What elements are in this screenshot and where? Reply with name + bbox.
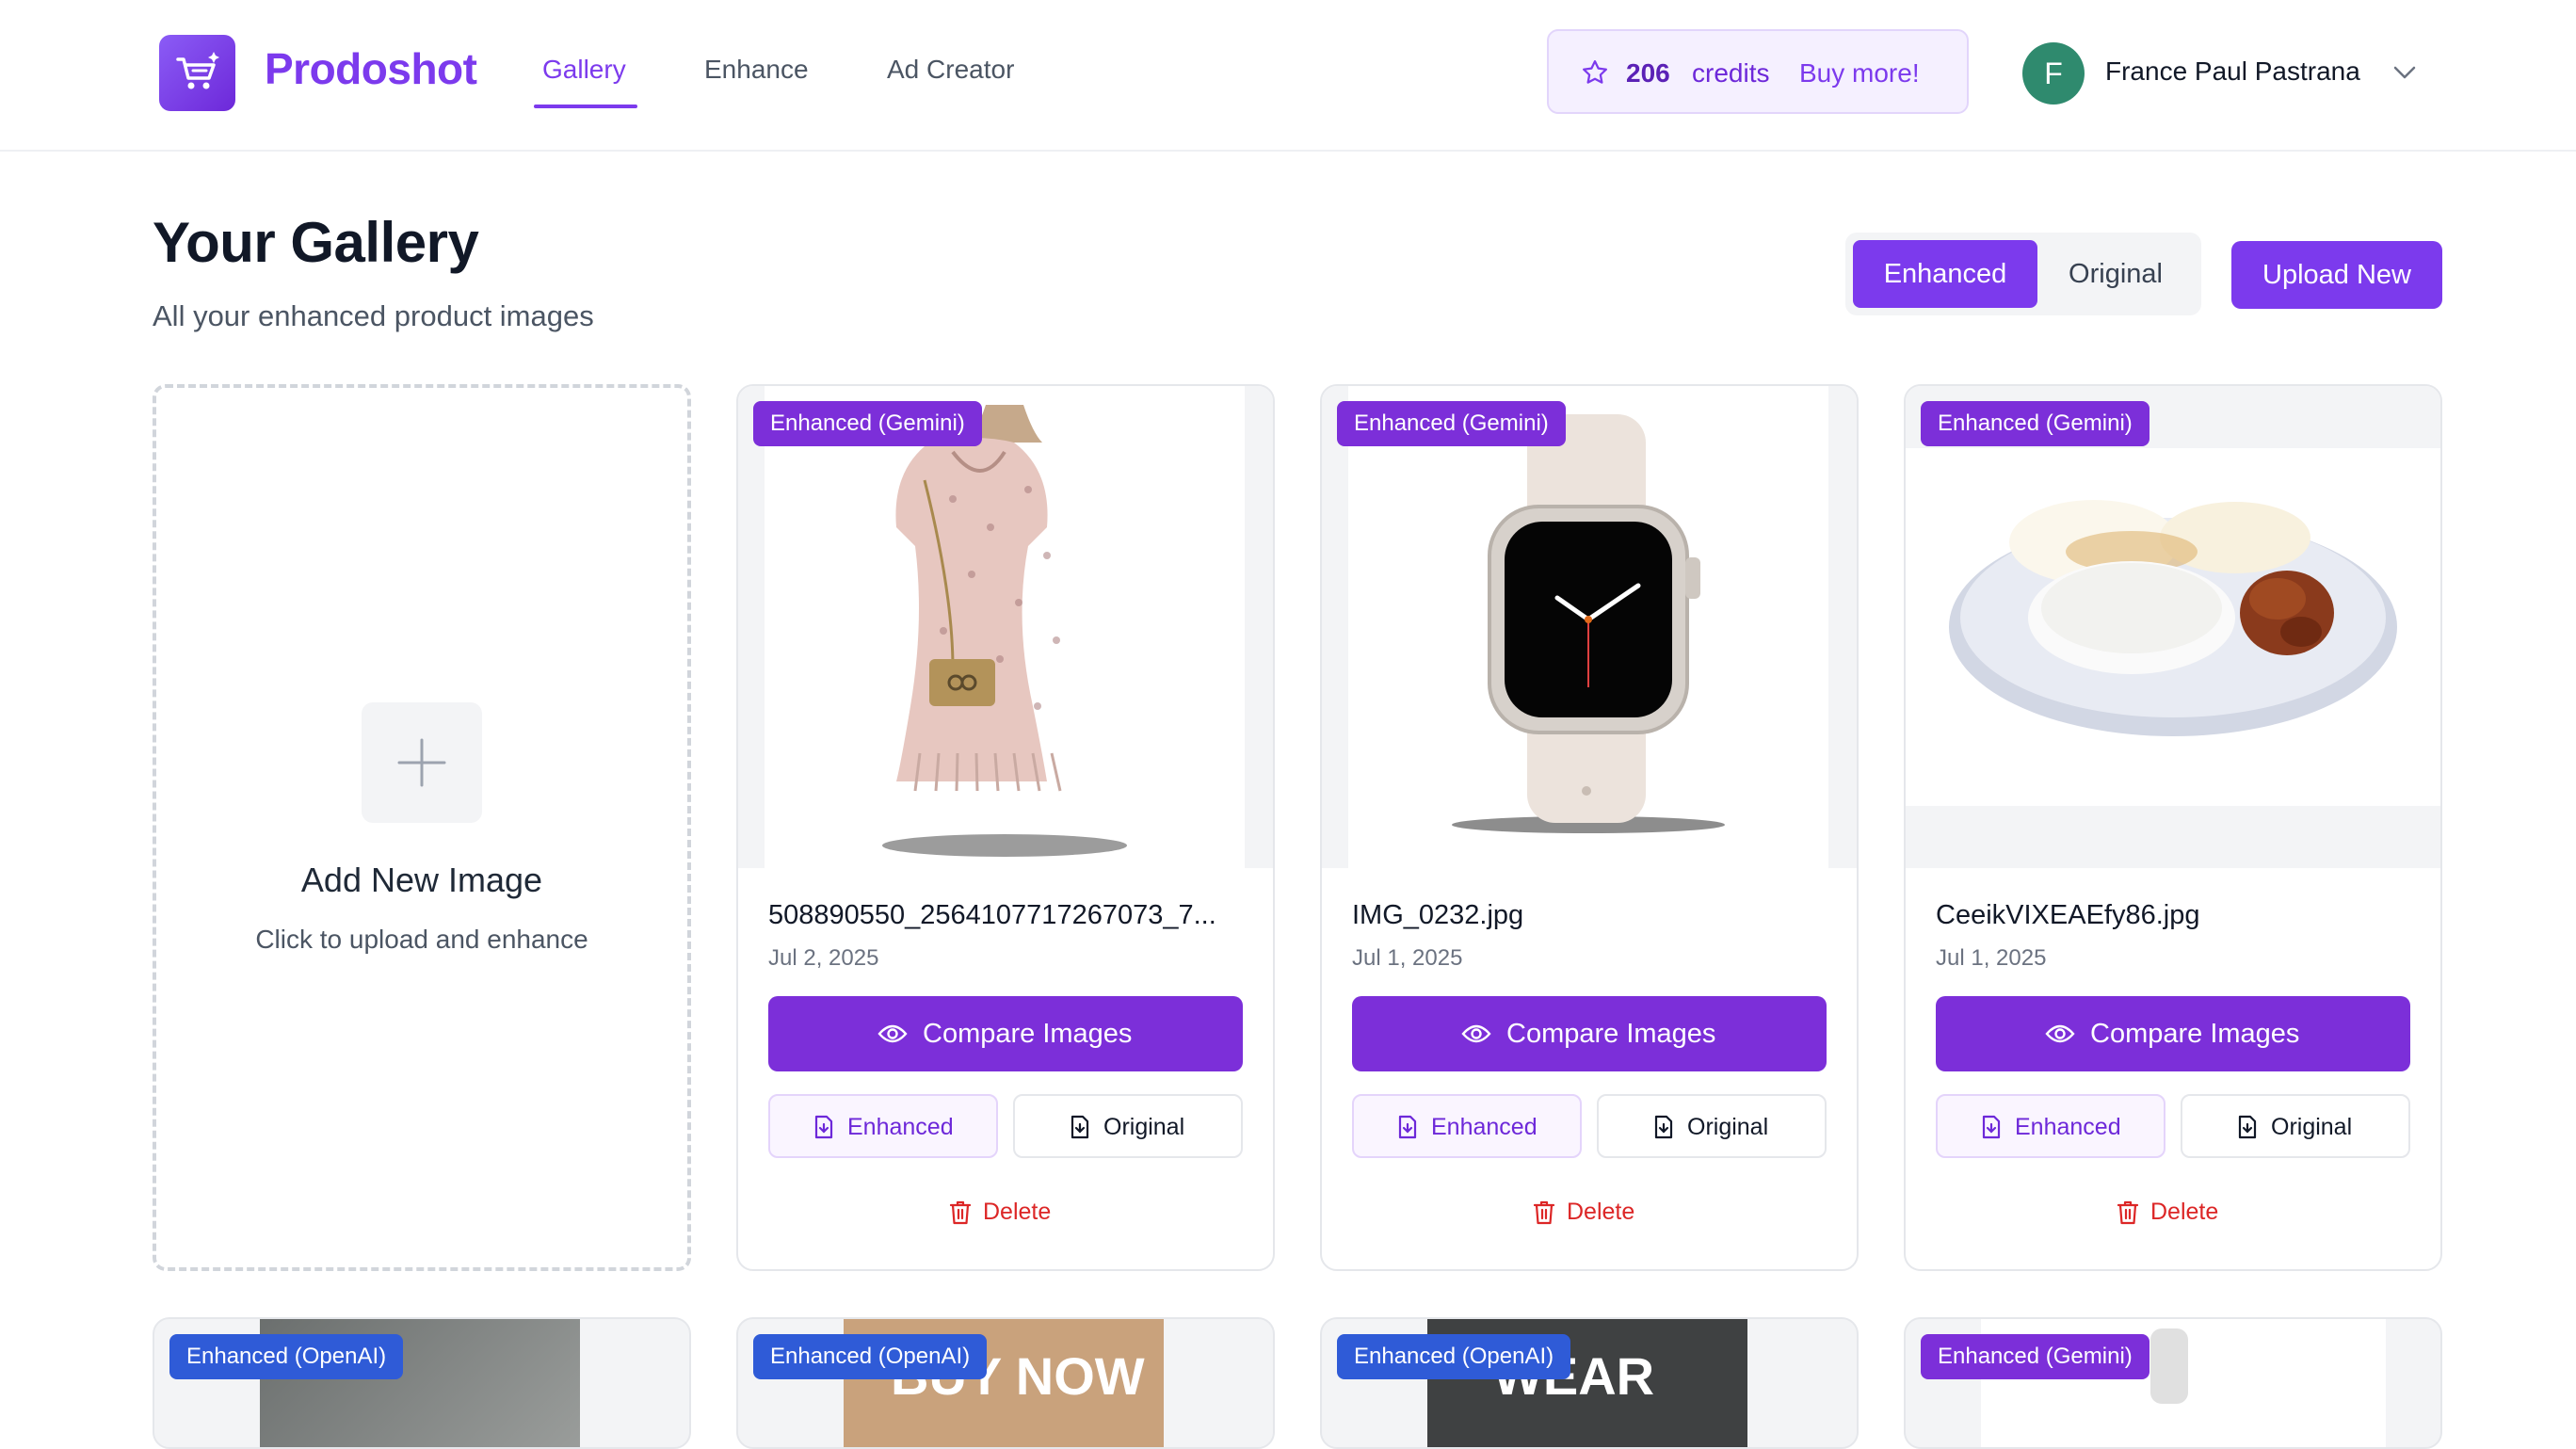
trash-icon [2117,1200,2139,1225]
nav-ad-creator[interactable]: Ad Creator [887,55,1014,85]
nav-active-indicator [534,105,637,108]
file-download-icon [814,1115,833,1139]
delete-button[interactable]: Delete [1533,1194,1650,1232]
file-download-icon [1071,1115,1089,1139]
gallery-card: Enhanced (Gemini) 508890550_256410771726… [736,384,1275,1271]
gallery-card: BUY NOW Enhanced (OpenAI) [736,1317,1275,1449]
eye-icon [1461,1024,1491,1043]
credits-panel: 206 credits Buy more! [1547,29,1969,114]
delete-label: Delete [1567,1199,1635,1225]
credits-label: credits [1692,58,1770,88]
model-badge: Enhanced (Gemini) [1337,401,1566,446]
download-original-button[interactable]: Original [1013,1094,1243,1158]
delete-button[interactable]: Delete [2117,1194,2233,1232]
brand-name[interactable]: Prodoshot [265,43,477,94]
page-subtitle: All your enhanced product images [153,299,594,332]
file-name: CeeikVIXEAEfy86.jpg [1936,900,2200,930]
product-image[interactable] [1906,386,2440,868]
download-enhanced-button[interactable]: Enhanced [1936,1094,2165,1158]
compare-images-button[interactable]: Compare Images [1936,996,2410,1071]
nav-gallery[interactable]: Gallery [542,55,626,85]
download-original-label: Original [1687,1114,1769,1140]
toggle-original[interactable]: Original [2037,240,2194,308]
upload-new-button[interactable]: Upload New [2231,241,2442,309]
gallery-card: Enhanced (Gemini) CeeikVIXEAEfy86.jpg Ju… [1904,384,2442,1271]
gallery-card: Enhanced (Gemini) IMG_0232.jpg Jul 1, 20… [1320,384,1859,1271]
download-original-label: Original [1103,1114,1185,1140]
download-enhanced-button[interactable]: Enhanced [1352,1094,1582,1158]
trash-icon [949,1200,972,1225]
add-new-subtitle: Click to upload and enhance [255,925,588,954]
compare-label: Compare Images [923,1019,1133,1049]
model-badge: Enhanced (Gemini) [1921,401,2149,446]
trash-icon [1533,1200,1555,1225]
gallery-card: WEAR Enhanced (OpenAI) [1320,1317,1859,1449]
download-enhanced-label: Enhanced [1431,1114,1538,1140]
delete-label: Delete [983,1199,1052,1225]
add-new-image-card[interactable]: Add New Image Click to upload and enhanc… [153,384,691,1271]
model-badge: Enhanced (OpenAI) [1337,1334,1571,1379]
model-badge: Enhanced (OpenAI) [169,1334,404,1379]
buy-more-link[interactable]: Buy more! [1799,58,1920,89]
view-toggle: Enhanced Original [1845,233,2201,315]
avatar[interactable]: F [2022,42,2085,105]
file-date: Jul 2, 2025 [768,945,879,971]
file-download-icon [1982,1115,2001,1139]
model-badge: Enhanced (OpenAI) [753,1334,988,1379]
delete-button[interactable]: Delete [949,1194,1066,1232]
nav-enhance[interactable]: Enhance [704,55,809,85]
chevron-down-icon[interactable] [2391,64,2418,86]
download-original-button[interactable]: Original [2181,1094,2410,1158]
download-original-label: Original [2271,1114,2353,1140]
add-new-title: Add New Image [300,861,543,899]
eye-icon [2045,1024,2075,1043]
eye-icon [877,1024,908,1043]
plus-icon [362,702,482,823]
toggle-enhanced[interactable]: Enhanced [1853,240,2037,308]
gallery-card: Enhanced (OpenAI) [153,1317,691,1449]
gallery-card: Enhanced (Gemini) [1904,1317,2442,1449]
model-badge: Enhanced (Gemini) [1921,1334,2149,1379]
file-name: 508890550_2564107717267073_7... [768,900,1216,930]
star-icon [1581,58,1609,91]
cart-logo-icon[interactable] [159,35,235,111]
product-image[interactable] [738,386,1273,868]
file-download-icon [2238,1115,2257,1139]
compare-label: Compare Images [1506,1019,1716,1049]
top-header: Prodoshot Gallery Enhance Ad Creator 206… [0,0,2576,152]
model-badge: Enhanced (Gemini) [753,401,982,446]
product-image[interactable] [1322,386,1857,868]
file-download-icon [1654,1115,1673,1139]
download-enhanced-button[interactable]: Enhanced [768,1094,998,1158]
download-enhanced-label: Enhanced [847,1114,954,1140]
download-original-button[interactable]: Original [1597,1094,1827,1158]
compare-label: Compare Images [2090,1019,2300,1049]
delete-label: Delete [2150,1199,2219,1225]
file-date: Jul 1, 2025 [1936,945,2047,971]
file-name: IMG_0232.jpg [1352,900,1524,930]
file-download-icon [1398,1115,1417,1139]
compare-images-button[interactable]: Compare Images [1352,996,1827,1071]
user-name[interactable]: France Paul Pastrana [2105,56,2360,87]
page-title: Your Gallery [153,211,479,274]
credits-count: 206 [1626,58,1670,88]
file-date: Jul 1, 2025 [1352,945,1463,971]
download-enhanced-label: Enhanced [2015,1114,2121,1140]
compare-images-button[interactable]: Compare Images [768,996,1243,1071]
